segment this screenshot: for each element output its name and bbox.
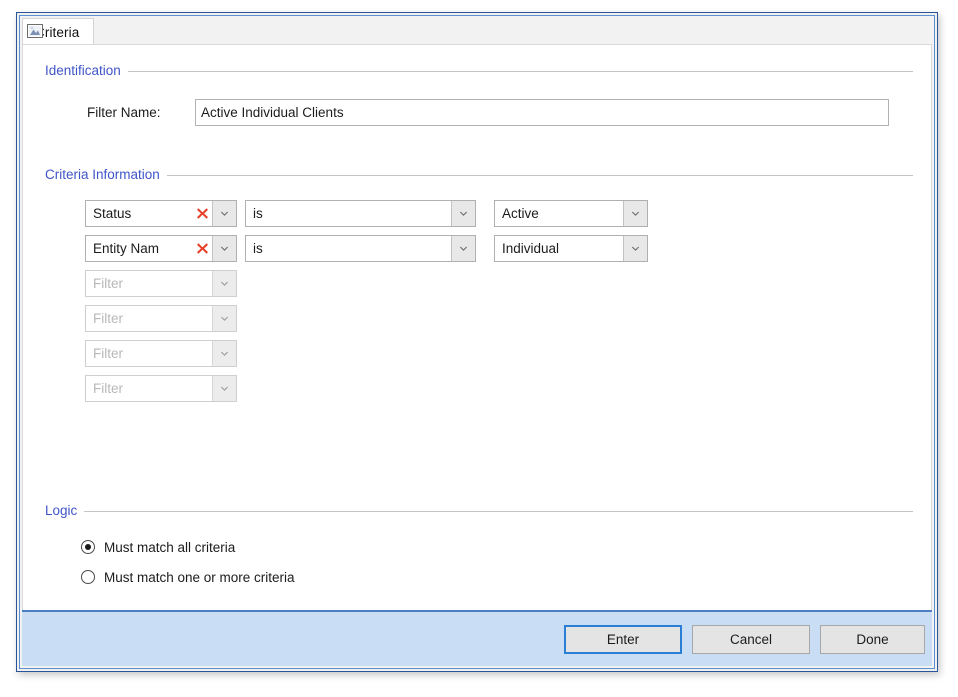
logic-option-label: Must match all criteria [104,539,236,555]
enter-button[interactable]: Enter [564,625,682,654]
tab-criteria[interactable]: Criteria [22,18,94,45]
criteria-value-value: Individual [502,241,560,256]
criteria-operator-dropdown-button[interactable] [451,236,475,261]
criteria-operator-value: is [253,206,263,221]
radio-icon[interactable] [81,540,95,554]
done-button[interactable]: Done [820,625,925,654]
criteria-information-group: Criteria Information Status is Active En… [43,167,913,447]
criteria-field-dropdown-button[interactable] [212,376,236,401]
identification-legend: Identification [43,63,128,79]
cancel-button[interactable]: Cancel [692,625,810,654]
criteria-field-combo[interactable]: Filter [85,340,237,367]
criteria-value-combo[interactable]: Individual [494,235,648,262]
logic-legend: Logic [43,503,85,519]
criteria-field-value: Entity Nam [93,241,160,256]
tab-strip: Criteria [20,16,934,45]
criteria-field-combo[interactable]: Filter [85,270,237,297]
identification-group: Identification Filter Name: [43,63,913,135]
dialog-footer: Enter Cancel Done [22,610,932,666]
logic-group: Logic Must match all criteria Must match… [43,503,913,593]
criteria-value-value: Active [502,206,539,221]
criteria-field-dropdown-button[interactable] [212,341,236,366]
criteria-operator-dropdown-button[interactable] [451,201,475,226]
criteria-field-value: Filter [93,276,123,291]
criteria-operator-combo[interactable]: is [245,200,476,227]
client-panel: Identification Filter Name: Criteria Inf… [22,44,932,611]
criteria-field-value: Filter [93,346,123,361]
criteria-field-combo[interactable]: Entity Nam [85,235,237,262]
red-x-delete-icon[interactable] [192,236,212,261]
criteria-dialog-window: Criteria Identification Filter Name: Cri… [16,12,938,672]
criteria-field-dropdown-button[interactable] [212,236,236,261]
criteria-legend: Criteria Information [43,167,167,183]
criteria-field-combo[interactable]: Status [85,200,237,227]
criteria-field-dropdown-button[interactable] [212,201,236,226]
filter-name-label: Filter Name: [87,105,161,120]
criteria-field-value: Status [93,206,132,221]
criteria-field-combo[interactable]: Filter [85,305,237,332]
criteria-group-rule [43,175,913,176]
logic-option-label: Must match one or more criteria [104,569,295,585]
window-inner-frame: Criteria Identification Filter Name: Cri… [19,15,935,669]
logic-option-match-all[interactable]: Must match all criteria [81,537,235,557]
criteria-field-dropdown-button[interactable] [212,306,236,331]
image-icon [27,24,43,38]
logic-option-match-any[interactable]: Must match one or more criteria [81,567,295,587]
criteria-value-dropdown-button[interactable] [623,236,647,261]
criteria-operator-value: is [253,241,263,256]
red-x-delete-icon[interactable] [192,201,212,226]
identification-group-rule [43,71,913,72]
criteria-value-combo[interactable]: Active [494,200,648,227]
criteria-value-dropdown-button[interactable] [623,201,647,226]
logic-group-rule [43,511,913,512]
criteria-operator-combo[interactable]: is [245,235,476,262]
criteria-field-dropdown-button[interactable] [212,271,236,296]
criteria-field-value: Filter [93,381,123,396]
filter-name-input[interactable] [195,99,889,126]
radio-icon[interactable] [81,570,95,584]
criteria-field-value: Filter [93,311,123,326]
criteria-field-combo[interactable]: Filter [85,375,237,402]
